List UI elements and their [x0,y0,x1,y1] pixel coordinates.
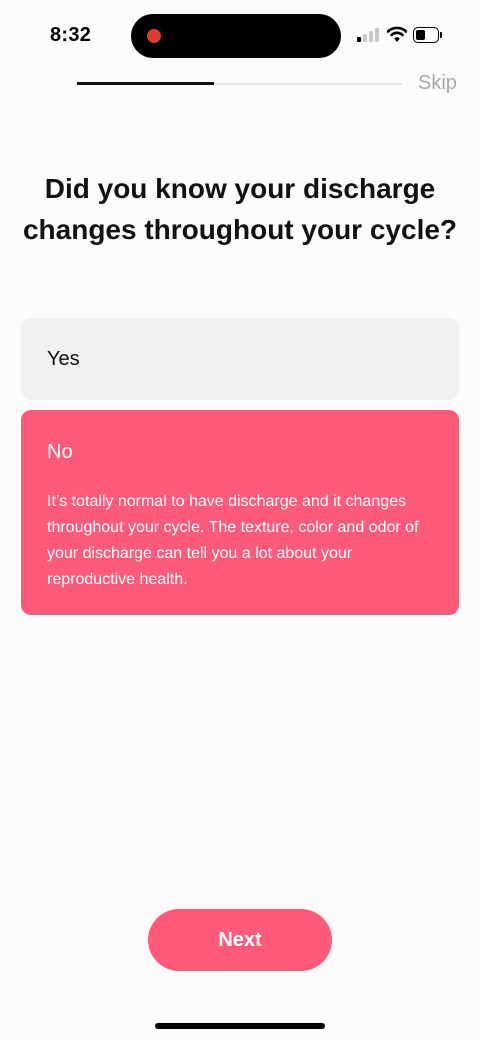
option-no-label: No [47,441,73,463]
option-yes[interactable]: Yes [21,318,459,400]
wifi-icon [387,26,407,42]
onboarding-progress-bar [77,82,402,85]
recording-dot-icon [147,29,161,43]
cellular-signal-icon [357,28,381,42]
next-button[interactable]: Next [148,909,332,971]
dynamic-island [131,14,341,58]
status-time: 8:32 [50,24,92,46]
home-indicator [155,1023,325,1029]
option-yes-label: Yes [47,348,80,370]
battery-icon [413,27,442,43]
status-bar: 8:32 [0,0,480,72]
option-no-description: It’s totally normal to have discharge an… [47,493,419,588]
option-no[interactable]: No It’s totally normal to have discharge… [21,410,459,615]
progress-fill [77,82,214,85]
question-title: Did you know your discharge changes thro… [22,173,458,245]
skip-button[interactable]: Skip [418,72,457,95]
